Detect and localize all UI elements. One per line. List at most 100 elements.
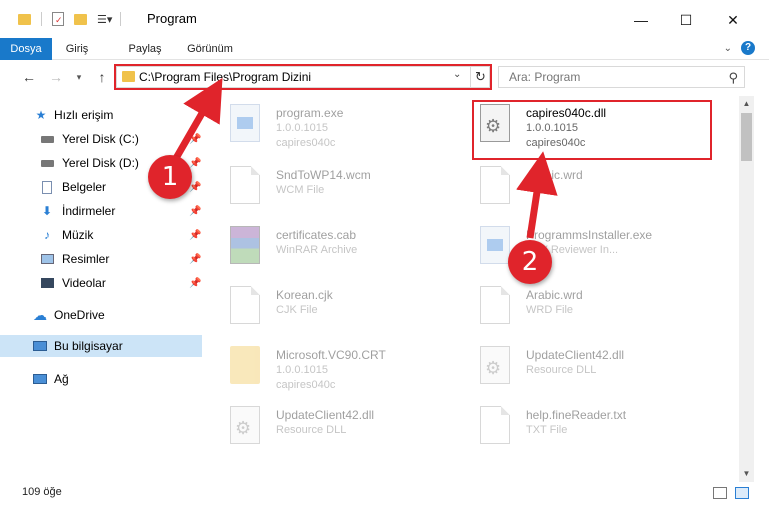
sidebar-item-label: Resimler bbox=[62, 252, 110, 266]
file-item[interactable]: Arabic.wrd WRD File bbox=[470, 282, 710, 338]
file-name: SndToWP14.wcm bbox=[276, 168, 371, 182]
file-name: help.fineReader.txt bbox=[526, 408, 627, 422]
tab-file[interactable]: Dosya bbox=[0, 38, 52, 60]
file-description: capires040c bbox=[276, 137, 336, 149]
sidebar-item-onedrive[interactable]: ☁ OneDrive bbox=[0, 304, 202, 326]
folder-icon bbox=[230, 346, 260, 384]
file-item[interactable]: ProgrammsInstaller.exe BBY Reviewer In..… bbox=[470, 222, 710, 278]
dll-gear-icon: ⚙ bbox=[230, 406, 260, 444]
minimize-button[interactable]: — bbox=[618, 6, 664, 34]
up-button[interactable]: ↑ bbox=[93, 68, 111, 86]
tab-home[interactable]: Giriş bbox=[58, 38, 96, 60]
sidebar-item-music[interactable]: ♪ Müzik 📌 bbox=[0, 224, 202, 246]
properties-icon[interactable]: ✓ bbox=[52, 12, 64, 26]
details-view-icon[interactable] bbox=[713, 487, 727, 499]
file-type: WCM File bbox=[276, 184, 325, 196]
file-item[interactable]: Korean.cjk CJK File bbox=[220, 282, 460, 338]
tab-view[interactable]: Görünüm bbox=[180, 38, 240, 60]
file-type: TXT File bbox=[526, 424, 568, 436]
file-item[interactable]: Microsoft.VC90.CRT 1.0.0.1015 capires040… bbox=[220, 342, 460, 398]
document-icon bbox=[230, 166, 260, 204]
file-item[interactable]: certificates.cab WinRAR Archive bbox=[220, 222, 460, 278]
archive-icon bbox=[230, 226, 260, 264]
sidebar-item-network[interactable]: Ağ bbox=[0, 368, 202, 390]
file-description: capires040c bbox=[526, 137, 586, 149]
refresh-icon: ↻ bbox=[475, 69, 486, 84]
file-name: Korean.cjk bbox=[276, 288, 333, 302]
file-item[interactable]: SndToWP14.wcm WCM File bbox=[220, 162, 460, 218]
maximize-button[interactable]: ☐ bbox=[663, 6, 709, 34]
sidebar-item-local-disk-c[interactable]: Yerel Disk (C:) 📌 bbox=[0, 128, 202, 150]
file-item-capires040c-dll[interactable]: ⚙ capires040c.dll 1.0.0.1015 capires040c bbox=[470, 100, 710, 156]
document-icon bbox=[480, 166, 510, 204]
chevron-down-icon: ▾ bbox=[76, 72, 82, 82]
pin-icon[interactable]: 📌 bbox=[189, 206, 201, 217]
drive-icon bbox=[40, 156, 54, 170]
search-box[interactable]: Ara: Program ⚲ bbox=[498, 66, 745, 88]
back-arrow-icon: ← bbox=[22, 69, 36, 85]
file-name: ProgrammsInstaller.exe bbox=[526, 228, 653, 242]
pin-icon[interactable]: 📌 bbox=[189, 230, 201, 241]
file-item[interactable]: program.exe 1.0.0.1015 capires040c bbox=[220, 100, 460, 156]
sidebar-item-pictures[interactable]: Resimler 📌 bbox=[0, 248, 202, 270]
close-button[interactable]: ✕ bbox=[710, 6, 756, 34]
search-input[interactable]: Ara: Program bbox=[509, 70, 580, 84]
sidebar-item-quick-access[interactable]: ★ Hızlı erişim bbox=[0, 104, 202, 126]
forward-arrow-icon: → bbox=[49, 69, 63, 85]
large-icons-view-icon[interactable] bbox=[735, 487, 749, 499]
sidebar-item-label: Yerel Disk (C:) bbox=[62, 132, 139, 146]
file-item[interactable]: Arabic.wrd bbox=[470, 162, 710, 218]
pin-icon[interactable]: 📌 bbox=[189, 158, 201, 169]
vertical-scrollbar[interactable]: ▲ ▼ bbox=[739, 96, 754, 482]
dll-gear-icon: ⚙ bbox=[480, 346, 510, 384]
file-item[interactable]: ⚙ UpdateClient42.dll Resource DLL bbox=[470, 342, 710, 398]
sidebar-item-downloads[interactable]: ⬇ İndirmeler 📌 bbox=[0, 200, 202, 222]
file-description: capires040c bbox=[276, 379, 336, 391]
scroll-down-icon[interactable]: ▼ bbox=[739, 466, 754, 482]
file-name: Arabic.wrd bbox=[526, 168, 583, 182]
new-folder-icon[interactable] bbox=[74, 13, 87, 25]
file-version: 1.0.0.1015 bbox=[276, 364, 328, 376]
sidebar-item-label: Hızlı erişim bbox=[54, 108, 114, 122]
sidebar-item-label: Belgeler bbox=[62, 180, 107, 194]
help-icon[interactable]: ? bbox=[741, 41, 755, 55]
navigation-pane: ★ Hızlı erişim Yerel Disk (C:) 📌 Yerel D… bbox=[0, 96, 202, 476]
folder-icon[interactable] bbox=[18, 13, 31, 25]
file-type: Resource DLL bbox=[526, 364, 597, 376]
file-item[interactable]: ⚙ UpdateClient42.dll Resource DLL bbox=[220, 402, 460, 458]
sidebar-item-videos[interactable]: Videolar 📌 bbox=[0, 272, 202, 294]
file-name: UpdateClient42.dll bbox=[526, 348, 625, 362]
file-type: Resource DLL bbox=[276, 424, 347, 436]
file-type: CJK File bbox=[276, 304, 318, 316]
chevron-down-icon[interactable]: ⌄ bbox=[453, 69, 461, 80]
sidebar-item-this-pc[interactable]: Bu bilgisayar bbox=[0, 335, 202, 357]
document-icon bbox=[480, 406, 510, 444]
scroll-thumb[interactable] bbox=[741, 113, 752, 161]
document-icon bbox=[230, 286, 260, 324]
recent-locations-button[interactable]: ▾ bbox=[70, 68, 88, 86]
download-icon: ⬇ bbox=[41, 204, 53, 218]
expand-ribbon-icon[interactable]: ⌄ bbox=[724, 43, 732, 54]
navigation-bar: ← → ▾ ↑ C:\Program Files\Program Dizini … bbox=[0, 60, 769, 94]
dll-gear-icon: ⚙ bbox=[480, 104, 510, 142]
customize-toolbar-icon[interactable]: ☰▾ bbox=[97, 13, 112, 26]
pin-icon[interactable]: 📌 bbox=[189, 254, 201, 265]
refresh-button[interactable]: ↻ bbox=[470, 66, 490, 88]
pictures-icon bbox=[40, 252, 54, 266]
pin-icon[interactable]: 📌 bbox=[189, 134, 201, 145]
search-icon: ⚲ bbox=[728, 70, 738, 85]
close-icon: ✕ bbox=[727, 11, 739, 28]
pin-icon[interactable]: 📌 bbox=[189, 278, 201, 289]
title-divider bbox=[120, 12, 122, 26]
forward-button[interactable]: → bbox=[47, 68, 65, 86]
sidebar-item-label: Bu bilgisayar bbox=[54, 339, 123, 353]
file-version: 1.0.0.1015 bbox=[276, 122, 328, 134]
back-button[interactable]: ← bbox=[20, 68, 38, 86]
tab-share[interactable]: Paylaş bbox=[123, 38, 167, 60]
address-bar[interactable]: C:\Program Files\Program Dizini ⌄ ↻ bbox=[116, 66, 490, 88]
file-name: certificates.cab bbox=[276, 228, 357, 242]
exe-file-icon bbox=[230, 104, 260, 142]
scroll-up-icon[interactable]: ▲ bbox=[739, 96, 754, 112]
sidebar-item-label: Müzik bbox=[62, 228, 94, 242]
file-item[interactable]: help.fineReader.txt TXT File bbox=[470, 402, 710, 458]
